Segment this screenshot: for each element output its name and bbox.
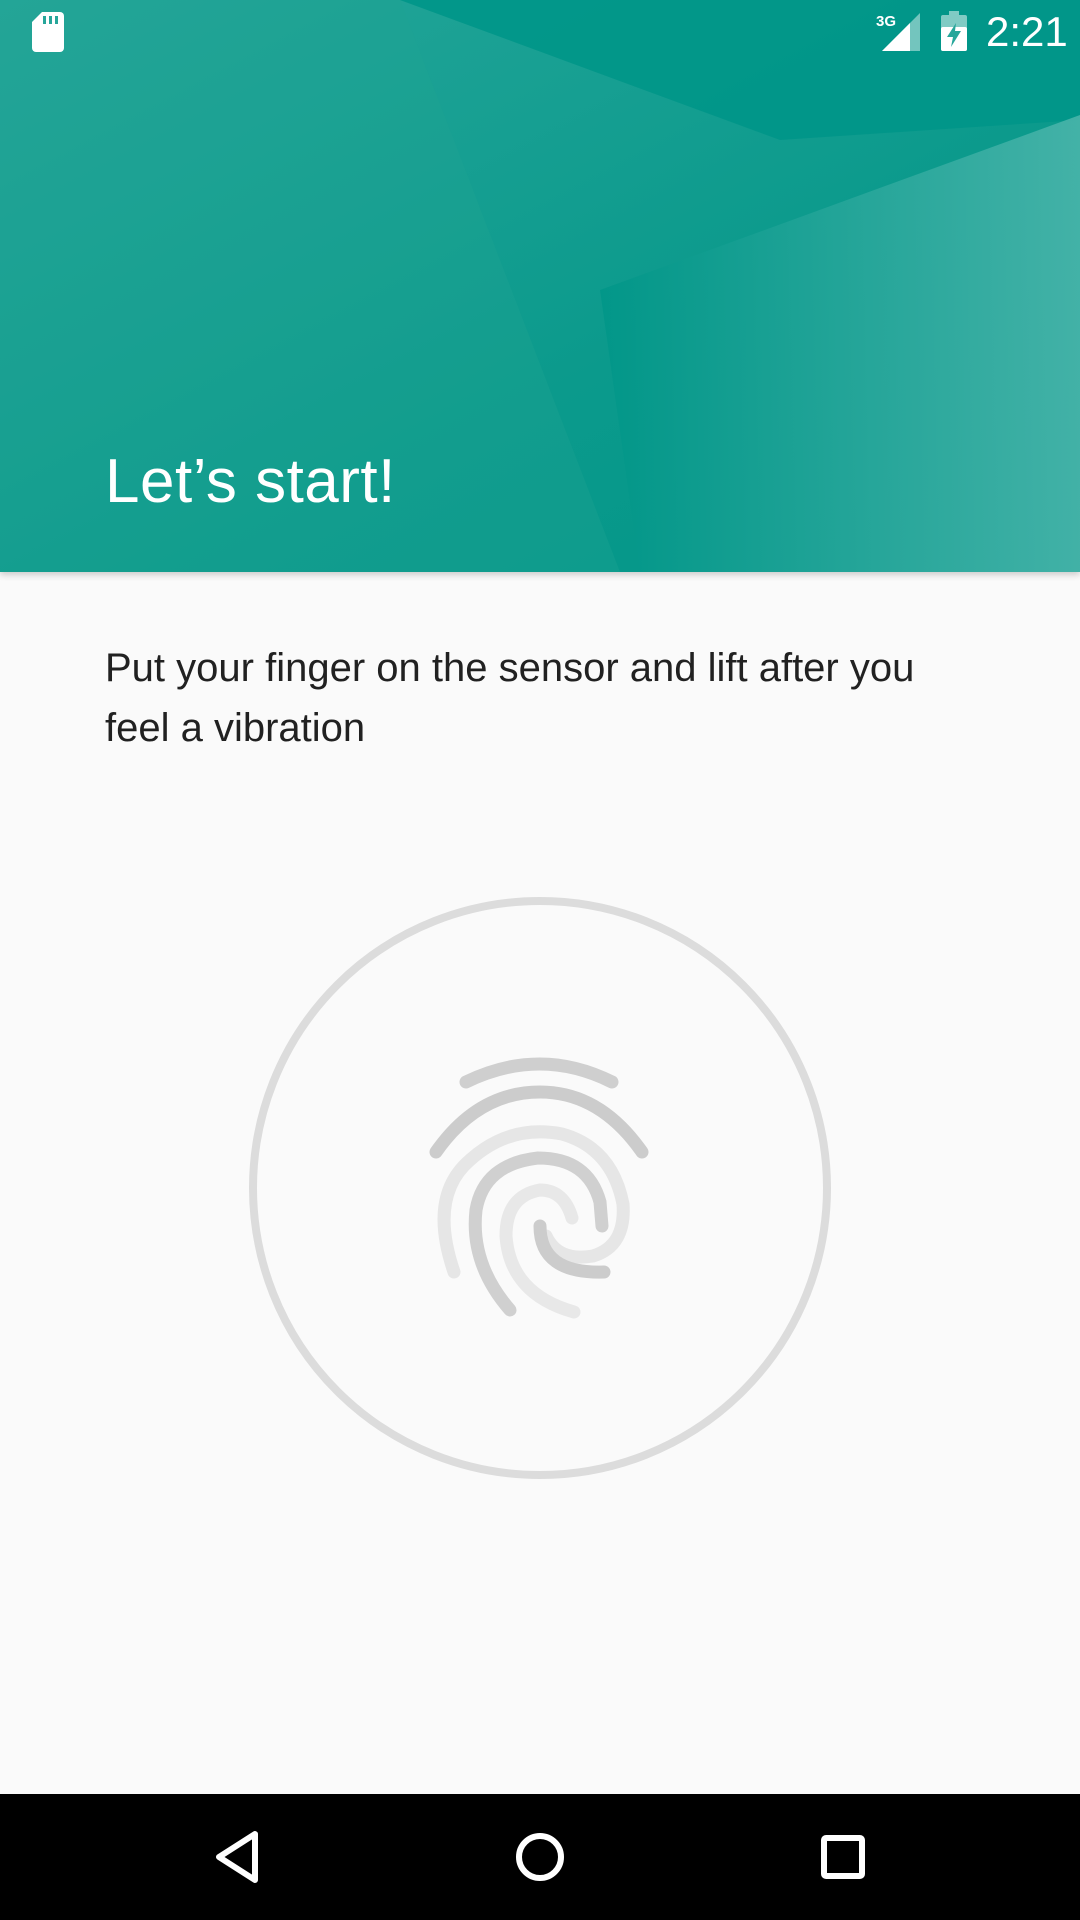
cell-signal-icon: 3G	[876, 13, 920, 51]
instruction-text: Put your finger on the sensor and lift a…	[105, 646, 915, 750]
back-triangle-icon	[216, 1831, 258, 1883]
recents-square-icon	[821, 1835, 865, 1879]
network-type-label: 3G	[876, 13, 896, 30]
back-button[interactable]	[147, 1794, 327, 1920]
status-bar: 3G 2:21	[0, 0, 1080, 63]
recents-button[interactable]	[753, 1794, 933, 1920]
home-button[interactable]	[450, 1794, 630, 1920]
fingerprint-enroll-screen: 3G 2:21 Let’s start! Put your finger on …	[0, 0, 1080, 1920]
page-title: Let’s start!	[105, 447, 396, 516]
fingerprint-sensor-graphic	[249, 897, 831, 1479]
status-time: 2:21	[986, 8, 1068, 55]
battery-charging-icon	[941, 11, 967, 51]
header-banner: 3G 2:21 Let’s start!	[0, 0, 1080, 572]
navigation-bar	[0, 1794, 1080, 1920]
sd-card-icon	[32, 12, 64, 52]
home-circle-icon	[516, 1833, 564, 1881]
fingerprint-icon	[429, 1057, 649, 1319]
